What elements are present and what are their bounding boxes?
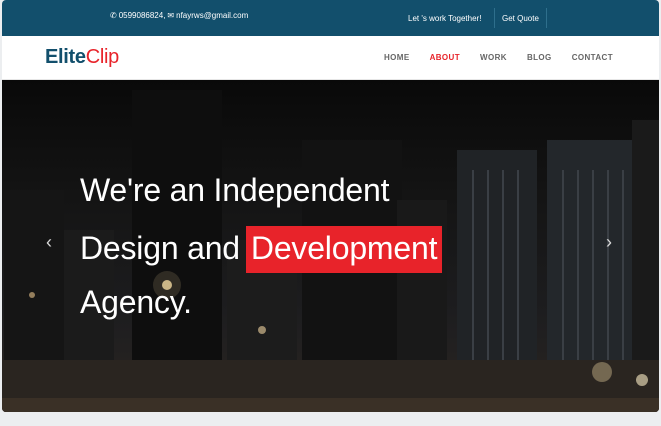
nav-item-work[interactable]: WORK (480, 53, 507, 62)
main-navbar: EliteClip HOME ABOUT WORK BLOG CONTACT (2, 36, 659, 80)
logo[interactable]: EliteClip (45, 46, 119, 69)
phone-icon: ✆ (110, 10, 117, 20)
top-bar: ✆ 0599086824, ✉ nfayrws@gmail.com Let 's… (2, 0, 659, 36)
nav-menu: HOME ABOUT WORK BLOG CONTACT (384, 53, 613, 62)
hero-slider: ‹ › We're an Independent Design and Devel… (2, 80, 659, 412)
nav-item-contact[interactable]: CONTACT (572, 53, 613, 62)
headline-line-3: Agency. (80, 284, 192, 320)
page-frame: ✆ 0599086824, ✉ nfayrws@gmail.com Let 's… (2, 0, 659, 412)
chevron-right-icon: › (606, 232, 612, 252)
get-quote-button[interactable]: Get Quote (494, 8, 547, 28)
logo-part-elite: Elite (45, 46, 86, 68)
chevron-left-icon: ‹ (46, 232, 52, 252)
headline-highlight: Development (245, 226, 443, 273)
headline-line-2: Design and Development (80, 226, 443, 273)
email-address[interactable]: nfayrws@gmail.com (176, 11, 248, 20)
envelope-icon: ✉ (167, 10, 175, 20)
nav-item-about[interactable]: ABOUT (430, 53, 460, 62)
nav-item-blog[interactable]: BLOG (527, 53, 552, 62)
carousel-prev-button[interactable]: ‹ (46, 232, 52, 253)
phone-number[interactable]: 0599086824, (119, 11, 166, 20)
contact-info: ✆ 0599086824, ✉ nfayrws@gmail.com (110, 11, 248, 20)
headline-line-1: We're an Independent (80, 172, 390, 208)
nav-item-home[interactable]: HOME (384, 53, 410, 62)
work-together-text: Let 's work Together! (408, 14, 482, 23)
logo-part-clip: Clip (85, 46, 120, 68)
bottom-strip (0, 414, 661, 426)
headline-line-2-text: Design and (80, 230, 240, 266)
carousel-next-button[interactable]: › (606, 232, 612, 253)
